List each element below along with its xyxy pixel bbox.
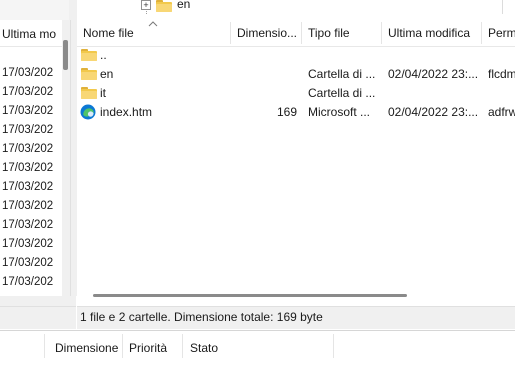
column-divider[interactable]	[333, 334, 334, 358]
list-item[interactable]: 17/03/202	[2, 219, 53, 231]
list-item[interactable]: 17/03/202	[2, 276, 53, 288]
column-divider[interactable]	[44, 334, 45, 358]
table-row[interactable]: it Cartella di ...	[77, 84, 515, 103]
list-item[interactable]: 17/03/202	[2, 67, 53, 79]
list-item[interactable]: 17/03/202	[2, 124, 53, 136]
sort-ascending-icon	[148, 21, 158, 27]
tree-item-label[interactable]: en	[177, 0, 190, 11]
list-item[interactable]: 17/03/202	[2, 181, 53, 193]
file-name: ..	[100, 48, 107, 62]
file-modified: 02/04/2022 23:...	[388, 105, 479, 119]
queue-column-priority[interactable]: Priorità	[129, 341, 167, 355]
column-divider[interactable]	[230, 22, 231, 44]
file-type: Cartella di ...	[308, 86, 376, 100]
file-modified: 02/04/2022 23:...	[388, 67, 479, 81]
column-divider[interactable]	[122, 334, 123, 358]
column-header-last-modified[interactable]: Ultima modifica	[388, 26, 486, 40]
file-permissions: adfrw	[488, 105, 515, 119]
list-item[interactable]: 17/03/202	[2, 105, 53, 117]
left-status-bar	[0, 306, 76, 329]
column-divider[interactable]	[481, 22, 482, 44]
list-item[interactable]: 17/03/202	[2, 200, 53, 212]
column-divider[interactable]	[381, 22, 382, 44]
left-horizontal-scrollbar[interactable]	[0, 296, 76, 306]
tree-scrollbar[interactable]	[69, 0, 77, 20]
file-type: Cartella di ...	[308, 67, 376, 81]
left-scroll-thumb[interactable]	[63, 40, 68, 70]
folder-icon	[81, 68, 97, 80]
queue-column-status[interactable]: Stato	[190, 341, 218, 355]
file-size: 169	[276, 105, 297, 119]
horizontal-scroll-thumb[interactable]	[93, 294, 407, 297]
file-type: Microsoft ...	[308, 105, 371, 119]
list-item[interactable]: 17/03/202	[2, 257, 53, 269]
column-divider[interactable]	[182, 334, 183, 358]
column-header-type[interactable]: Tipo file	[308, 26, 380, 40]
table-row[interactable]: en Cartella di ... 02/04/2022 23:... flc…	[77, 65, 515, 84]
column-header-filename[interactable]: Nome file	[83, 26, 233, 40]
file-name: it	[100, 86, 106, 100]
folder-icon	[156, 0, 172, 12]
file-name: index.htm	[100, 105, 153, 119]
table-row[interactable]: ..	[77, 46, 515, 65]
list-item[interactable]: 17/03/202	[2, 86, 53, 98]
table-row[interactable]: index.htm 169 Microsoft ... 02/04/2022 2…	[77, 103, 515, 122]
folder-up-icon	[81, 49, 97, 61]
list-item[interactable]: 17/03/202	[2, 238, 53, 250]
status-text: 1 file e 2 cartelle. Dimensione totale: …	[80, 310, 323, 324]
list-item[interactable]: 17/03/202	[2, 162, 53, 174]
tree-strip	[0, 0, 515, 20]
file-name: en	[100, 67, 114, 81]
tree-expand-icon[interactable]: +	[141, 0, 151, 10]
folder-icon	[81, 87, 97, 99]
left-date-column: 17/03/202 17/03/202 17/03/202 17/03/202 …	[0, 0, 62, 296]
column-divider[interactable]	[301, 22, 302, 44]
list-item[interactable]: 17/03/202	[2, 143, 53, 155]
queue-column-size[interactable]: Dimensione	[55, 341, 118, 355]
edge-html-icon	[80, 104, 96, 120]
tree-divider	[502, 0, 503, 14]
file-list-header: Nome file Dimensio... Tipo file Ultima m…	[77, 20, 515, 47]
column-header-size[interactable]: Dimensio...	[237, 26, 301, 40]
column-header-permissions[interactable]: Perm	[488, 26, 515, 40]
file-permissions: flcdm	[488, 67, 515, 81]
